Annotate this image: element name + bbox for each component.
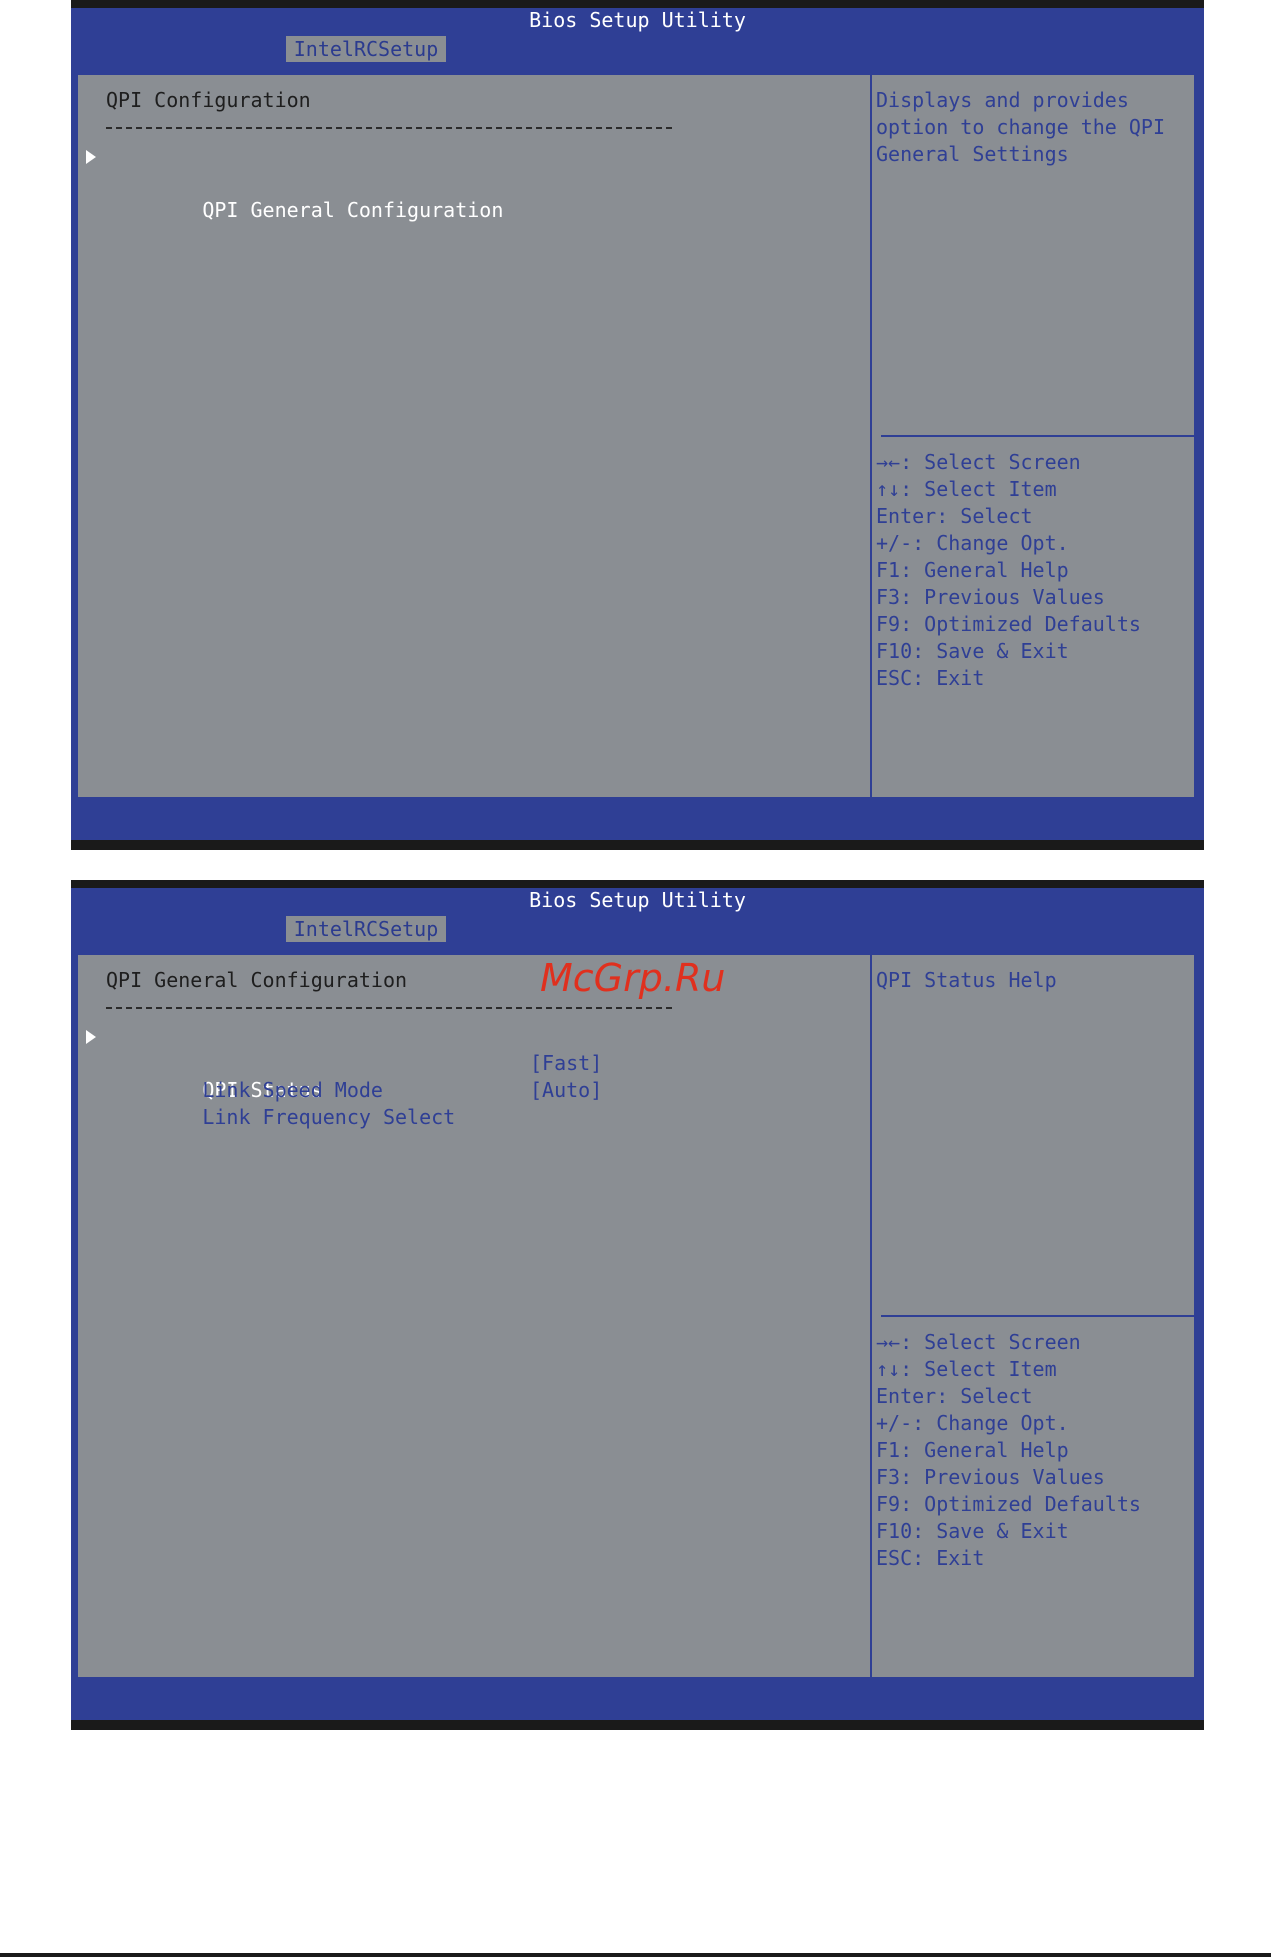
page-title: QPI Configuration: [106, 88, 311, 112]
title-separator: [106, 127, 672, 143]
key-hint: F3: Previous Values: [876, 1465, 1105, 1489]
key-hint: F10: Save & Exit: [876, 1519, 1069, 1543]
menu-item-qpi-status[interactable]: QPI Status: [86, 1023, 846, 1102]
key-hint: F1: General Help: [876, 1438, 1069, 1462]
key-legend: →←: Select Screen ↑↓: Select Item Enter:…: [876, 449, 1141, 692]
help-line: Displays and provides: [876, 88, 1129, 112]
help-divider: [881, 1315, 1199, 1317]
settings-list: QPI General Configuration QPI Status Lin…: [86, 967, 846, 1129]
help-line: option to change the QPI: [876, 115, 1165, 139]
tab-intelrcsetup[interactable]: IntelRCSetup: [286, 916, 446, 942]
window-title: Bios Setup Utility: [529, 8, 746, 32]
menu-item-qpi-general-configuration[interactable]: QPI General Configuration: [86, 143, 846, 222]
option-link-speed-mode[interactable]: Link Speed Mode [Fast]: [106, 1050, 846, 1102]
key-hint: +/-: Change Opt.: [876, 1411, 1069, 1435]
key-hint: +/-: Change Opt.: [876, 531, 1069, 555]
window-title: Bios Setup Utility: [529, 888, 746, 912]
help-divider: [881, 435, 1199, 437]
option-value[interactable]: [Auto]: [530, 1077, 602, 1104]
watermark-logo: McGrp.Ru: [540, 956, 726, 1000]
help-line: General Settings: [876, 142, 1069, 166]
bottom-border: [71, 840, 1204, 850]
key-hint: ↑↓: Select Item: [876, 1357, 1057, 1381]
key-hint: F10: Save & Exit: [876, 639, 1069, 663]
option-label: Link Frequency Select: [202, 1105, 456, 1129]
main-panel: QPI Configuration QPI General Configurat…: [76, 73, 1199, 799]
key-hint: Enter: Select: [876, 504, 1033, 528]
bottom-border: [71, 1720, 1204, 1730]
help-text: QPI Status Help: [876, 967, 1192, 994]
page-bottom-rule: [0, 1953, 1271, 1957]
bios-screen-qpi-configuration: Bios Setup Utility IntelRCSetup QPI Conf…: [71, 0, 1204, 850]
help-line: QPI Status Help: [876, 968, 1057, 992]
footer-bar: [71, 1692, 1204, 1720]
help-text: Displays and provides option to change t…: [876, 87, 1192, 168]
top-border: [71, 880, 1204, 888]
help-pane: Displays and provides option to change t…: [876, 87, 1199, 690]
tab-intelrcsetup[interactable]: IntelRCSetup: [286, 36, 446, 62]
top-border: [71, 0, 1204, 8]
key-hint: F1: General Help: [876, 558, 1069, 582]
page-title: QPI General Configuration: [106, 968, 408, 992]
option-value[interactable]: [Fast]: [530, 1050, 602, 1077]
key-hint: →←: Select Screen: [876, 450, 1081, 474]
bios-screen-qpi-general-configuration: Bios Setup Utility IntelRCSetup QPI Gene…: [71, 880, 1204, 1730]
footer-bar: [71, 812, 1204, 840]
key-legend: →←: Select Screen ↑↓: Select Item Enter:…: [876, 1329, 1141, 1572]
key-hint: →←: Select Screen: [876, 1330, 1081, 1354]
key-hint: F9: Optimized Defaults: [876, 1492, 1141, 1516]
triangle-right-icon: [86, 150, 96, 164]
key-hint: ESC: Exit: [876, 666, 985, 690]
key-hint: ESC: Exit: [876, 1546, 985, 1570]
option-link-frequency-select[interactable]: Link Frequency Select [Auto]: [106, 1077, 846, 1129]
triangle-right-icon: [86, 1030, 96, 1044]
settings-list: QPI Configuration QPI General Configurat…: [86, 87, 846, 222]
panel-divider: [870, 75, 872, 797]
main-panel: QPI General Configuration QPI Status Lin…: [76, 953, 1199, 1679]
key-hint: ↑↓: Select Item: [876, 477, 1057, 501]
key-hint: F3: Previous Values: [876, 585, 1105, 609]
key-hint: F9: Optimized Defaults: [876, 612, 1141, 636]
help-pane: QPI Status Help →←: Select Screen ↑↓: Se…: [876, 967, 1199, 1570]
menu-item-label: QPI General Configuration: [202, 198, 504, 222]
title-separator: [106, 1007, 672, 1023]
key-hint: Enter: Select: [876, 1384, 1033, 1408]
panel-divider: [870, 955, 872, 1677]
